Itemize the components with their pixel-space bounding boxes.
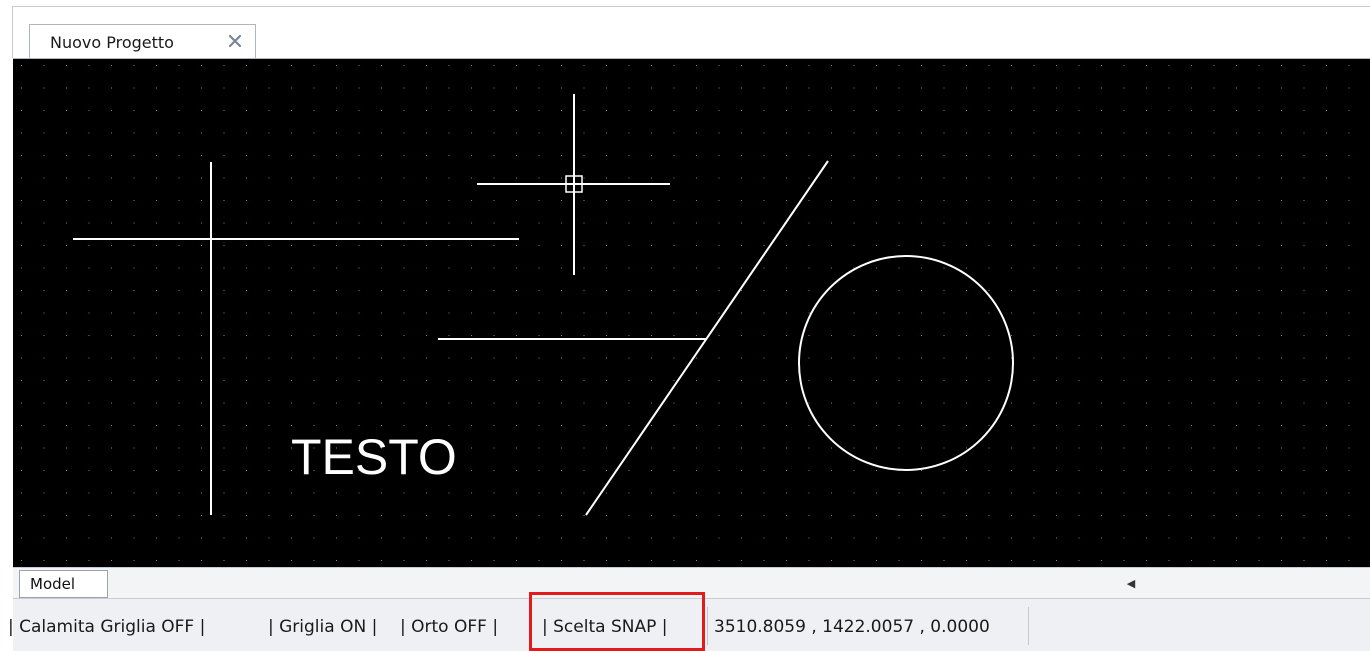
cad-window: Nuovo Progetto TESTO Model ◀ | Calamita … [0,0,1370,651]
snap-select-button[interactable]: | Scelta SNAP | [542,617,667,637]
circle-entity[interactable] [798,255,1014,471]
tab-title: Nuovo Progetto [50,32,174,52]
scroll-left-arrow-icon[interactable]: ◀ [1121,574,1141,594]
drawing-surface: TESTO [21,65,1350,561]
status-bar: | Calamita Griglia OFF | | Griglia ON | … [8,598,1370,651]
layout-tab-row: Model ◀ [13,567,1370,598]
status-divider [707,607,708,645]
ortho-toggle[interactable]: | Orto OFF | [400,617,498,637]
close-icon[interactable] [227,33,243,49]
status-divider [1028,607,1029,645]
tab-nuovo-progetto[interactable]: Nuovo Progetto [29,24,256,59]
crosshair-cursor-icon [477,94,670,275]
grid-toggle[interactable]: | Griglia ON | [268,617,377,637]
snap-grid-toggle[interactable]: | Calamita Griglia OFF | [8,617,205,637]
text-entity[interactable]: TESTO [291,429,457,485]
drawing-canvas[interactable]: TESTO [13,58,1370,567]
grid-dots [21,65,1350,561]
document-tab-strip: Nuovo Progetto [12,6,1370,59]
cursor-coordinates: 3510.8059 , 1422.0057 , 0.0000 [714,617,990,637]
tab-model[interactable]: Model [19,570,108,598]
